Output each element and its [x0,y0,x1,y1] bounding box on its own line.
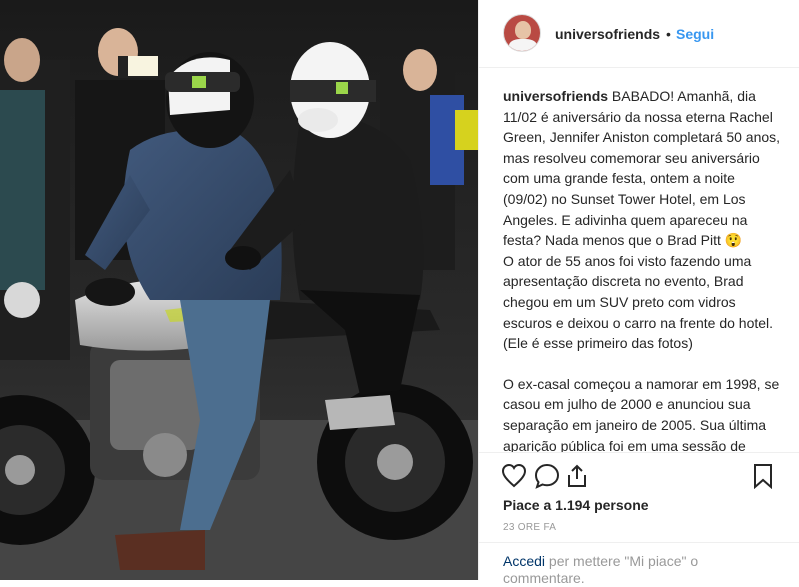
follow-button[interactable]: Segui [676,26,714,42]
comment-login-row: Accedi per mettere "Mi piace" o commenta… [479,542,799,586]
login-prompt: Accedi per mettere "Mi piace" o commenta… [503,553,733,587]
timestamp[interactable]: 23 ORE FA [503,522,556,533]
avatar-shirt [509,39,537,51]
caption-paragraph-1: universofriends BABADO! Amanhã, dia 11/0… [503,86,783,251]
caption-username[interactable]: universofriends [503,88,608,104]
motorcycle-photo [0,0,478,580]
post-sidebar: universofriends • Segui universofriends … [478,0,799,586]
post-photo[interactable] [0,0,478,580]
bookmark-icon[interactable] [750,463,776,489]
caption: universofriends BABADO! Amanhã, dia 11/0… [503,86,783,452]
caption-gap [503,354,783,374]
caption-paragraph-3: O ex-casal começou a namorar em 1998, se… [503,375,780,452]
actions-bar: Piace a 1.194 persone 23 ORE FA Accedi p… [479,452,799,586]
likes-count[interactable]: Piace a 1.194 persone [503,497,649,513]
avatar[interactable] [503,14,541,52]
username-link[interactable]: universofriends [555,26,660,42]
post-header: universofriends • Segui [479,0,799,68]
avatar-face [515,21,531,39]
separator-dot: • [666,26,671,42]
login-link[interactable]: Accedi [503,553,545,569]
caption-paragraph-2: O ator de 55 anos foi visto fazendo uma … [503,252,774,352]
instagram-post: universofriends • Segui universofriends … [0,0,799,586]
comment-bubble-icon[interactable] [534,463,560,489]
heart-icon[interactable] [501,463,527,489]
caption-text-1: BABADO! Amanhã, dia 11/02 é aniversário … [503,88,781,249]
share-icon[interactable] [564,463,590,489]
